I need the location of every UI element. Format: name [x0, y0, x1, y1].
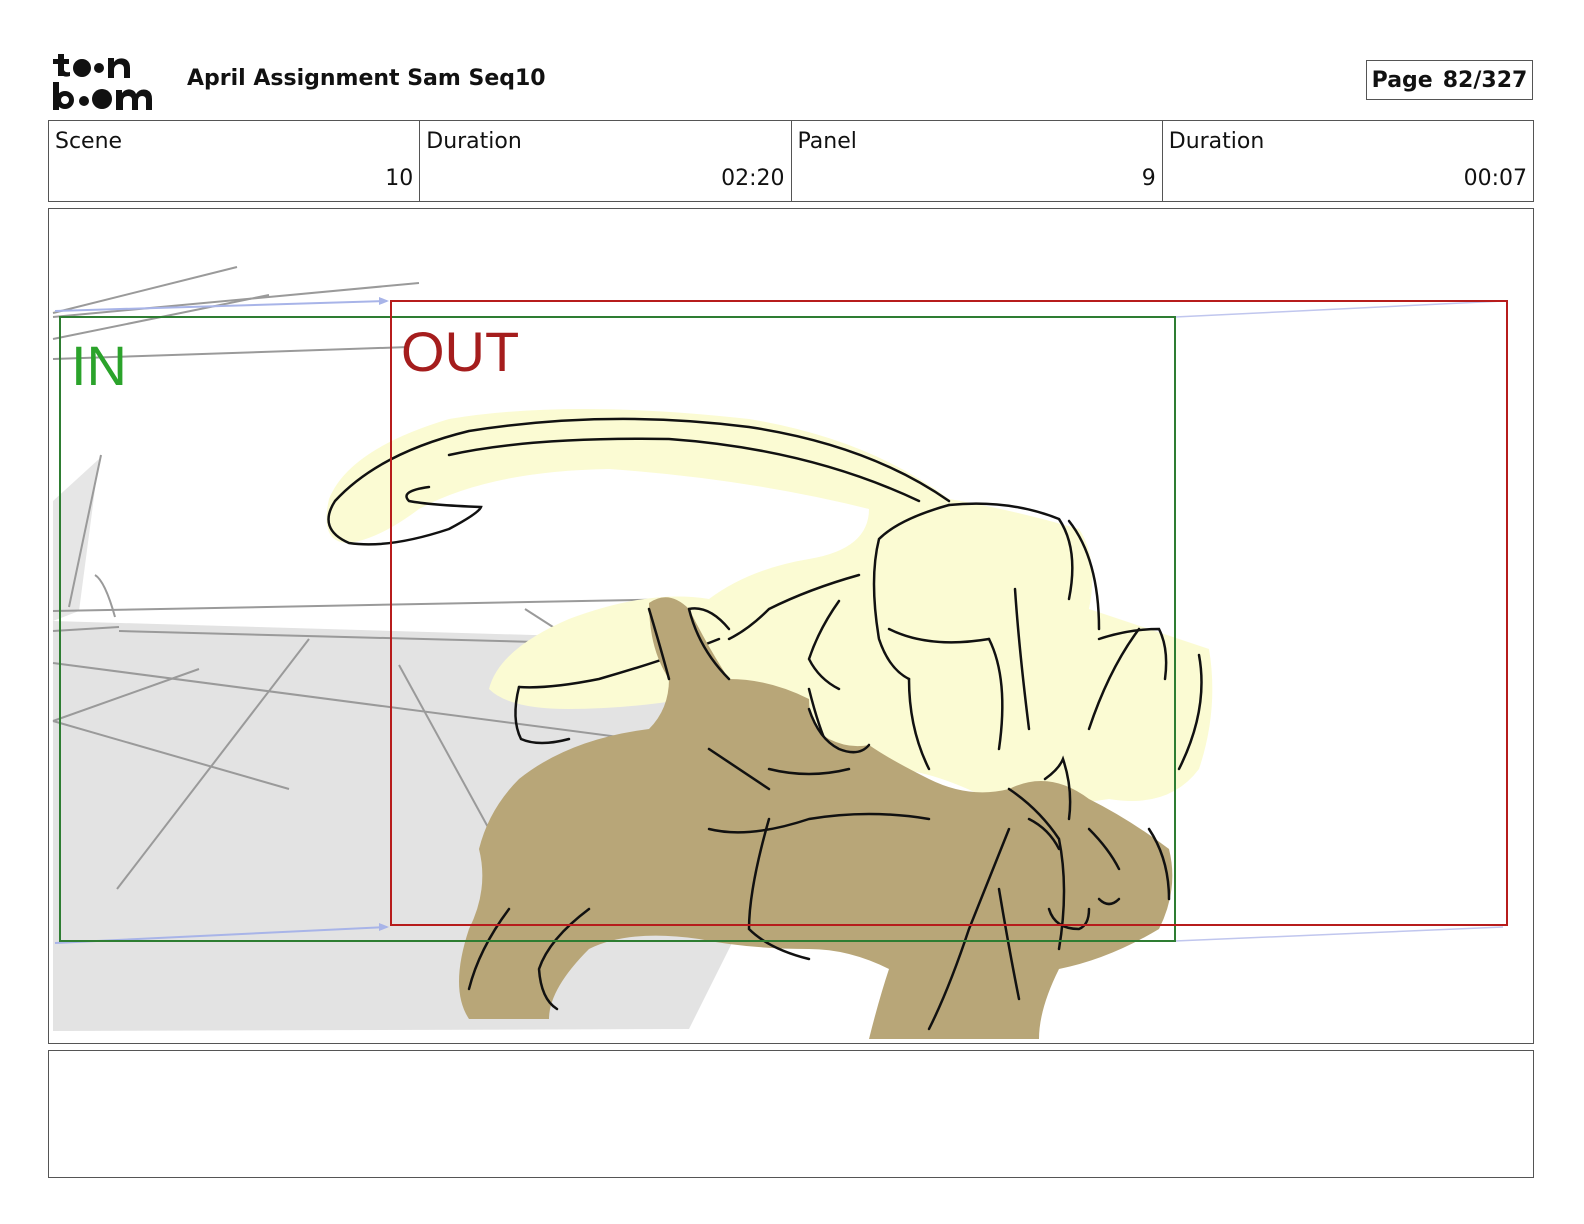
panel-label: Panel: [797, 129, 857, 154]
in-frame-label: IN: [71, 334, 127, 397]
scene-label: Scene: [55, 129, 123, 154]
panel-duration-label: Duration: [1168, 129, 1265, 154]
page-indicator: Page 82/327: [1366, 60, 1533, 100]
out-frame-label: OUT: [401, 320, 519, 383]
panel-notes-box: [48, 1050, 1534, 1178]
panel-duration-value: 00:07: [1463, 166, 1527, 191]
storyboard-panel: IN OUT: [48, 208, 1534, 1044]
toon-boom-logo: [53, 54, 152, 110]
scene-duration-value: 02:20: [721, 166, 785, 191]
scene-duration-label: Duration: [426, 129, 522, 154]
panel-duration-cell: Duration 00:07: [1163, 121, 1533, 201]
panel-drawing: IN OUT: [52, 266, 1508, 1039]
page-number: 82/327: [1442, 67, 1528, 93]
scene-cell: Scene 10: [49, 121, 421, 201]
scene-duration-cell: Duration 02:20: [420, 121, 792, 201]
panel-value: 9: [1141, 166, 1156, 191]
scene-value: 10: [385, 166, 414, 191]
document-title: April Assignment Sam Seq10: [187, 66, 546, 91]
page-label: Page: [1371, 67, 1433, 93]
panel-cell: Panel 9: [792, 121, 1163, 201]
scene-info-table: Scene 10 Duration 02:20 Panel 9 Duration…: [48, 120, 1534, 202]
